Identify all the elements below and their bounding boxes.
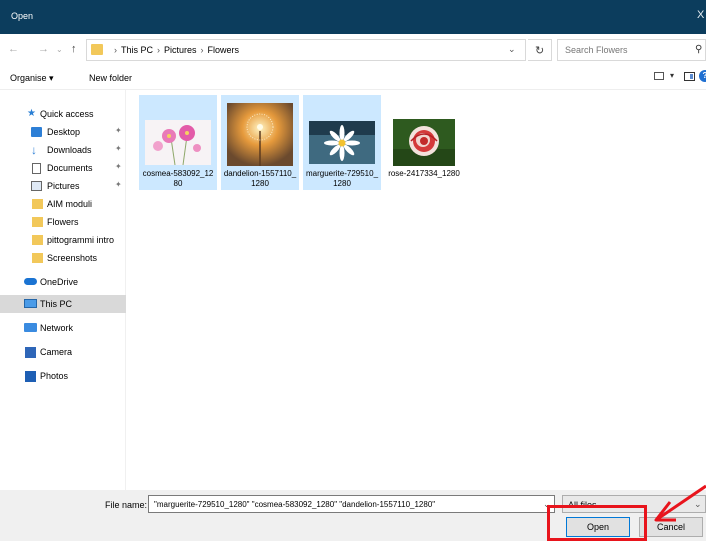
sidebar-item-photos[interactable]: Photos xyxy=(0,367,126,385)
sidebar-item-downloads[interactable]: ↓ Downloads ✦ xyxy=(0,141,126,159)
file-tile-cosmea[interactable]: cosmea-583092_1280 xyxy=(139,95,217,190)
folder-icon xyxy=(32,253,43,263)
network-icon xyxy=(24,323,37,332)
breadcrumb-flowers[interactable]: Flowers xyxy=(208,45,240,55)
search-placeholder: Search Flowers xyxy=(565,45,628,55)
arrow-left-icon[interactable]: ← xyxy=(8,43,19,55)
navigation-pane: ★ Quick access Desktop ✦ ↓ Downloads ✦ D… xyxy=(0,90,126,490)
sidebar-item-network[interactable]: Network xyxy=(0,319,126,337)
sidebar-item-pictures[interactable]: Pictures ✦ xyxy=(0,177,126,195)
pin-icon: ✦ xyxy=(115,180,122,189)
open-button-highlight xyxy=(547,505,647,541)
pin-icon: ✦ xyxy=(115,126,122,135)
search-icon: ⚲ xyxy=(695,44,703,55)
view-dropdown-icon[interactable]: ▾ xyxy=(670,71,674,80)
refresh-button[interactable]: ↻ xyxy=(528,39,552,61)
file-name-value: "marguerite-729510_1280" "cosmea-583092_… xyxy=(154,500,436,509)
camera-icon xyxy=(25,347,36,358)
title-bar: Open X xyxy=(0,0,706,34)
folder-icon xyxy=(32,199,43,209)
refresh-icon: ↻ xyxy=(535,45,545,57)
breadcrumb-this-pc[interactable]: This PC xyxy=(121,45,153,55)
photos-icon xyxy=(25,371,36,382)
new-folder-button[interactable]: New folder xyxy=(89,73,132,83)
close-icon[interactable]: X xyxy=(697,9,704,21)
chevron-down-icon[interactable]: ⌄ xyxy=(56,45,63,54)
sidebar-item-this-pc[interactable]: This PC xyxy=(0,295,126,313)
pin-icon: ✦ xyxy=(115,162,122,171)
file-tile-dandelion[interactable]: dandelion-1557110_1280 xyxy=(221,95,299,190)
download-icon: ↓ xyxy=(31,143,37,157)
organise-button[interactable]: Organise ▾ xyxy=(10,73,54,84)
file-name: cosmea-583092_1280 xyxy=(142,169,214,188)
breadcrumb-pictures[interactable]: Pictures xyxy=(164,45,197,55)
view-icon[interactable] xyxy=(654,72,664,80)
file-list: cosmea-583092_1280 dandelion-1557110_128… xyxy=(127,90,706,490)
help-icon[interactable]: ? xyxy=(699,70,706,82)
thumbnail-rose xyxy=(393,119,455,166)
folder-icon xyxy=(91,44,103,55)
documents-icon xyxy=(32,163,41,174)
folder-icon xyxy=(32,235,43,245)
sidebar-item-onedrive[interactable]: OneDrive xyxy=(0,273,126,291)
pin-icon: ✦ xyxy=(115,144,122,153)
sidebar-item-desktop[interactable]: Desktop ✦ xyxy=(0,123,126,141)
sidebar-item-pittogrammi-intro[interactable]: pittogrammi intro xyxy=(0,231,126,249)
file-tile-rose[interactable]: rose-2417334_1280 xyxy=(385,95,463,190)
desktop-icon xyxy=(31,127,42,137)
sidebar-item-camera[interactable]: Camera xyxy=(0,343,126,361)
file-name-label: File name: xyxy=(105,500,148,510)
file-tile-marguerite[interactable]: marguerite-729510_1280 xyxy=(303,95,381,190)
preview-pane-icon[interactable] xyxy=(684,72,695,81)
sidebar-item-flowers[interactable]: Flowers xyxy=(0,213,126,231)
sidebar-item-quick-access[interactable]: ★ Quick access xyxy=(0,105,126,123)
search-input[interactable]: Search Flowers ⚲ xyxy=(557,39,706,61)
arrow-right-icon[interactable]: → xyxy=(38,43,49,55)
thumbnail-white-daisy xyxy=(309,121,375,164)
command-bar: Organise ▾ New folder ▾ ? xyxy=(0,66,706,90)
sidebar-item-aim-moduli[interactable]: AIM moduli xyxy=(0,195,126,213)
thumbnail-pink-cosmos xyxy=(145,120,211,165)
file-name: marguerite-729510_1280 xyxy=(305,169,379,188)
address-dropdown-icon[interactable]: ⌄ xyxy=(508,44,516,55)
sidebar-item-documents[interactable]: Documents ✦ xyxy=(0,159,126,177)
folder-icon xyxy=(32,217,43,227)
arrow-up-icon[interactable]: ↑ xyxy=(71,43,77,55)
breadcrumb: › This PC › Pictures › Flowers xyxy=(114,45,240,55)
window-title: Open xyxy=(11,11,34,21)
sidebar-item-screenshots[interactable]: Screenshots xyxy=(0,249,126,267)
file-name-input[interactable]: "marguerite-729510_1280" "cosmea-583092_… xyxy=(148,495,555,513)
cloud-icon xyxy=(24,278,37,285)
star-icon: ★ xyxy=(27,108,36,119)
file-name: rose-2417334_1280 xyxy=(388,169,460,178)
pictures-icon xyxy=(31,181,42,191)
annotation-arrow-icon xyxy=(654,484,706,522)
thumbnail-dandelion xyxy=(227,103,293,166)
file-name: dandelion-1557110_1280 xyxy=(223,169,297,188)
address-bar[interactable]: › This PC › Pictures › Flowers ⌄ xyxy=(86,39,526,61)
computer-icon xyxy=(24,299,37,308)
